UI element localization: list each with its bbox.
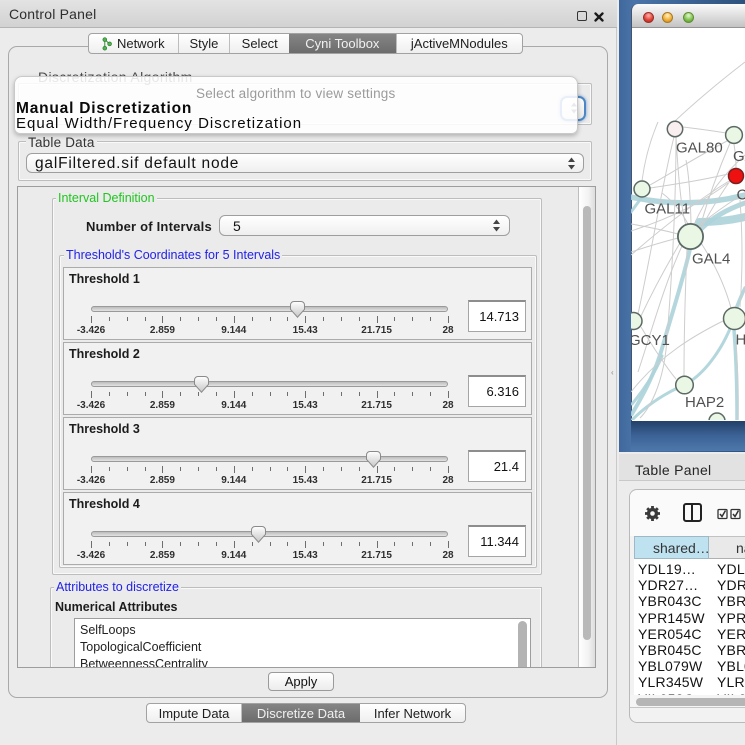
svg-text:H: H — [736, 332, 745, 349]
svg-text:GAL80: GAL80 — [676, 140, 723, 157]
svg-text:GA: GA — [733, 148, 745, 165]
svg-text:C: C — [737, 187, 745, 204]
svg-text:HAP2: HAP2 — [685, 394, 724, 411]
svg-text:GAL11: GAL11 — [645, 201, 691, 218]
svg-text:GCY1: GCY1 — [631, 332, 670, 349]
svg-text:GAL4: GAL4 — [692, 251, 730, 268]
